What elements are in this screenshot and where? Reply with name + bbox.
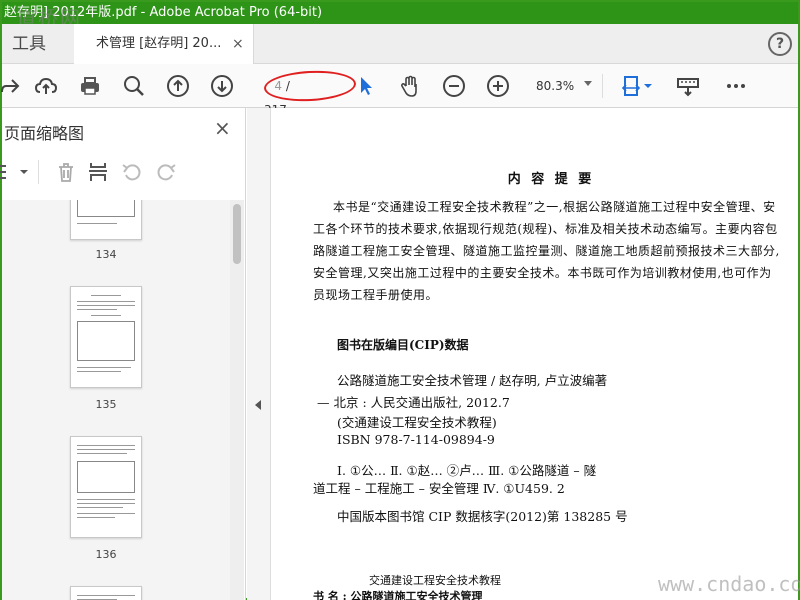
thumbnail-text-line [77, 517, 115, 518]
help-button[interactable]: ? [768, 32, 792, 56]
rotate-clockwise-icon[interactable] [152, 158, 180, 186]
thumbnail-text-line [77, 305, 135, 306]
cip-line: ISBN 978-7-114-09894-9 [337, 432, 495, 447]
abstract-line: 路隧道工程施工安全管理、隧道施工监控量测、隧道施工地质超前预报技术三大部分, [313, 244, 780, 258]
thumbnails-close-icon[interactable]: × [214, 116, 231, 140]
page-thumbnail[interactable] [70, 286, 142, 388]
thumbnail-text-line [91, 295, 121, 296]
cip-line: (交通建设工程安全技术教程) [337, 415, 497, 430]
cip-line: 中国版本图书馆 CIP 数据核字(2012)第 138285 号 [337, 509, 628, 524]
page-heading: 内 容 提 要 [507, 172, 595, 187]
zoom-search-icon[interactable] [120, 72, 148, 100]
tab-bar: 工具 术管理 [赵存明] 20... × ? [2, 24, 798, 64]
window-title-bar: 赵存明] 2012年版.pdf - Adobe Acrobat Pro (64-… [2, 2, 798, 24]
collapse-arrow-icon[interactable] [255, 400, 261, 410]
thumbnail-text-line [77, 513, 135, 514]
thumbnail-text-line [77, 507, 123, 508]
tab-document[interactable]: 术管理 [赵存明] 20... × [74, 24, 254, 64]
thumbnail-text-line [77, 309, 117, 310]
cip-line: — 北京 : 人民交通出版社, 2012.7 [317, 395, 510, 410]
cip-title: 图书在版编目(CIP)数据 [337, 338, 469, 352]
panel-collapse-handle[interactable] [247, 108, 271, 600]
abstract-line: 员现场工程手册使用。 [313, 288, 439, 302]
tab-tools[interactable]: 工具 [2, 24, 74, 64]
thumbnail-list[interactable]: 134 135 136 [2, 200, 230, 600]
thumbnail-text-line [77, 453, 127, 454]
thumbnail-page-number: 134 [95, 248, 117, 261]
hand-tool-icon[interactable] [396, 72, 424, 100]
thumbnail-text-line [77, 445, 135, 446]
page-thumbnail[interactable] [70, 436, 142, 538]
cip-line: Ⅰ. ①公… Ⅱ. ①赵… ②卢… Ⅲ. ①公路隧道 – 隧 [337, 463, 597, 478]
thumbnail-options-dropdown-icon[interactable] [18, 158, 30, 186]
tab-close-icon[interactable]: × [232, 24, 244, 64]
cip-line: 道工程 – 工程施工 – 安全管理 Ⅳ. ①U459. 2 [313, 481, 565, 496]
thumbnail-page-number: 135 [95, 398, 117, 411]
print-icon[interactable] [76, 72, 104, 100]
thumbnail-text-line [77, 503, 135, 504]
upload-cloud-icon[interactable] [32, 72, 60, 100]
thumbnail-scrollbar-thumb[interactable] [233, 204, 241, 264]
series-line: 交通建设工程安全技术教程 [369, 574, 501, 587]
thumbnail-table-graphic [77, 321, 135, 361]
thumbnail-text-line [91, 315, 121, 316]
thumbnail-text-line [77, 449, 135, 450]
thumbnails-panel: 页面缩略图 × 134 135 136 [0, 108, 246, 600]
zoom-out-icon[interactable] [440, 72, 468, 100]
abstract-line: 工各个环节的技术要求,依据现行规范(规程)、标准及相关技术动态编写。主要内容包 [313, 222, 778, 236]
book-title-line: 书 名 : 公路隧道施工安全技术管理 [313, 590, 483, 600]
cip-line: 公路隧道施工安全技术管理 / 赵存明, 卢立波编著 [337, 373, 608, 388]
thumbnail-table-graphic [77, 461, 135, 493]
toolbar-separator [602, 74, 603, 98]
select-cursor-icon[interactable] [352, 72, 380, 100]
extract-page-icon[interactable] [84, 158, 112, 186]
delete-page-icon[interactable] [52, 158, 80, 186]
keyboard-icon[interactable] [674, 72, 702, 100]
thumbnail-text-line [77, 371, 121, 372]
thumbnail-text-line [77, 301, 135, 302]
window-title: 赵存明] 2012年版.pdf - Adobe Acrobat Pro (64-… [4, 5, 323, 20]
next-page-icon[interactable] [208, 72, 236, 100]
fit-dropdown-arrow-icon[interactable] [642, 72, 654, 100]
thumbnails-toolbar [0, 154, 246, 188]
thumbnail-scrollbar[interactable] [230, 200, 244, 600]
abstract-line: 本书是“交通建设工程安全技术教程”之一,根据公路隧道施工过程中安全管理、安 [333, 200, 776, 214]
thumbnail-table-graphic [77, 200, 135, 217]
thumbnail-text-line [77, 595, 135, 596]
zoom-level-select[interactable]: 80.3% [536, 74, 596, 98]
zoom-dropdown-arrow-icon[interactable] [584, 81, 592, 86]
more-tools-icon[interactable] [722, 72, 750, 100]
zoom-level-value: 80.3% [536, 79, 575, 93]
previous-page-icon[interactable] [164, 72, 192, 100]
thumbnail-page-number: 136 [95, 548, 117, 561]
thumbnail-text-line [77, 499, 135, 500]
zoom-in-icon[interactable] [484, 72, 512, 100]
thumbnail-text-line [77, 367, 131, 368]
share-icon[interactable] [0, 72, 24, 100]
main-toolbar: 4 / 317 80.3% [0, 64, 798, 117]
page-thumbnail[interactable] [70, 200, 142, 240]
thumbnail-text-line [77, 223, 117, 224]
thumb-toolbar-separator [38, 160, 39, 184]
abstract-line: 安全管理,又突出施工过程中的主要安全技术。本书既可作为培训教材使用,也可作为 [313, 266, 772, 280]
document-viewer: 内 容 提 要 本书是“交通建设工程安全技术教程”之一,根据公路隧道施工过程中安… [247, 108, 798, 600]
rotate-counterclockwise-icon[interactable] [118, 158, 146, 186]
thumbnails-panel-title: 页面缩略图 [4, 124, 85, 143]
tab-document-label: 术管理 [赵存明] 20... [96, 36, 222, 51]
page-thumbnail[interactable] [70, 586, 142, 600]
pdf-page[interactable]: 内 容 提 要 本书是“交通建设工程安全技术教程”之一,根据公路隧道施工过程中安… [271, 108, 798, 600]
